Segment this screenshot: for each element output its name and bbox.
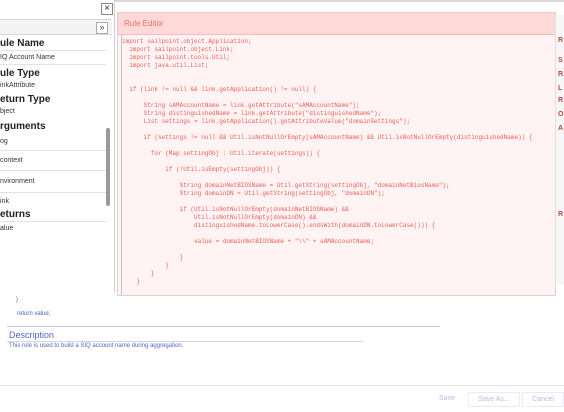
code-line: String domainDN = Util.getString(setting… xyxy=(122,190,385,197)
return-type-value: bject xyxy=(0,108,15,115)
editor-title: Rule Editor xyxy=(124,19,164,28)
save-as-button[interactable]: Save As... xyxy=(468,392,520,407)
right-panel-label: R xyxy=(558,97,564,104)
right-panel-label: S xyxy=(558,57,563,64)
code-line: } xyxy=(122,270,155,277)
divider xyxy=(0,64,106,65)
divider xyxy=(0,221,106,222)
code-line: if (settings != null && Util.isNotNullOr… xyxy=(122,134,533,141)
argument-item[interactable]: ink xyxy=(0,198,9,205)
description-text[interactable]: This rule is used to build a SIQ account… xyxy=(9,343,183,349)
code-brace: } xyxy=(16,297,19,303)
code-line: import sailpoint.object.Link; xyxy=(122,46,234,53)
code-line: import java.util.List; xyxy=(122,62,209,69)
save-button[interactable]: Save xyxy=(433,392,461,405)
right-panel-label: L xyxy=(558,85,563,92)
right-panel-label: R xyxy=(558,37,564,44)
returns-value: alue xyxy=(0,225,14,232)
code-line: List settings = link.getApplication().ge… xyxy=(122,118,411,125)
close-icon[interactable]: × xyxy=(101,3,113,15)
code-line: import sailpoint.tools.Util; xyxy=(122,54,231,61)
editor-cursor-line xyxy=(121,35,122,295)
panel-scrollbar[interactable] xyxy=(106,128,110,206)
divider xyxy=(7,341,363,342)
right-panel-label: R xyxy=(558,211,564,218)
code-line: if (link != null && link.getApplication(… xyxy=(122,86,317,93)
divider xyxy=(0,170,106,171)
right-side-panel: RSRLROAR xyxy=(555,15,564,285)
code-line: } xyxy=(122,262,169,269)
code-line: String distinguishedName = link.getAttri… xyxy=(122,110,382,117)
returns-label: eturns xyxy=(0,209,31,220)
code-line: String sAMAccountName = link.getAttribut… xyxy=(122,102,360,109)
code-line: import sailpoint.object.Application; xyxy=(122,38,252,45)
code-line: Util.isNotNullOrEmpty(domainDN) && xyxy=(122,214,317,221)
code-line: for (Map settingObj : Util.iterate(setti… xyxy=(122,150,321,157)
code-line: String domainNetBIOSName = Util.getStrin… xyxy=(122,182,450,189)
code-line: distinguishedName.toLowerCase().endsWith… xyxy=(122,222,436,229)
code-line: } xyxy=(122,278,141,285)
code-line: value = domainNetBIOSName + "\\" + sAMAc… xyxy=(122,238,375,245)
right-panel-label: O xyxy=(558,111,564,118)
code-line: if (!Util.isEmpty(settingObj)) { xyxy=(122,166,281,173)
argument-item[interactable]: nvironment xyxy=(0,178,35,185)
argument-item[interactable]: og xyxy=(0,138,8,145)
description-title: Description xyxy=(9,330,55,340)
rule-name-value: IQ Account Name xyxy=(0,54,55,61)
collapse-panel-icon[interactable]: » xyxy=(96,22,108,34)
cancel-button[interactable]: Cancel xyxy=(522,392,564,407)
return-statement: return value; xyxy=(17,311,51,317)
rule-properties-panel: ule Name IQ Account Name ule Type inkAtt… xyxy=(0,0,115,292)
rule-type-label: ule Type xyxy=(0,68,40,79)
argument-item[interactable]: context xyxy=(0,157,23,164)
rule-editor[interactable]: Rule Editor import sailpoint.object.Appl… xyxy=(117,12,556,296)
editor-title-bar xyxy=(118,13,555,35)
right-panel-label: A xyxy=(558,125,564,132)
right-panel-label: R xyxy=(558,71,564,78)
rule-name-label: ule Name xyxy=(0,38,45,49)
divider xyxy=(7,326,440,327)
return-type-label: eturn Type xyxy=(0,94,51,105)
divider xyxy=(0,192,106,193)
code-line: if (Util.isNotNullOrEmpty(domainNetBIOSN… xyxy=(122,206,349,213)
divider xyxy=(0,150,106,151)
arguments-label: rguments xyxy=(0,121,46,132)
divider xyxy=(0,50,106,51)
code-line: } xyxy=(122,254,184,261)
footer-divider xyxy=(0,385,564,386)
rule-type-value: inkAttribute xyxy=(0,82,36,89)
